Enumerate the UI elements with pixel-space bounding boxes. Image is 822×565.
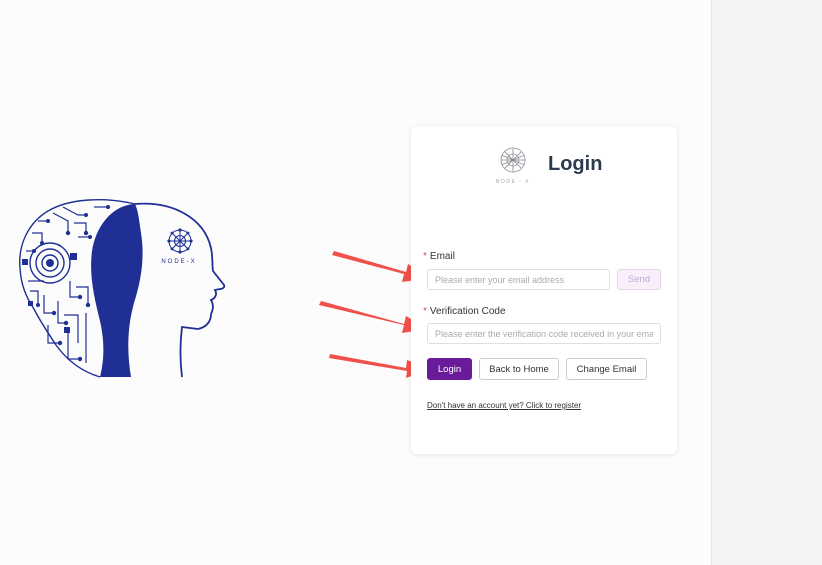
login-card: NODE - X Login *Email Send *Verification…: [411, 126, 677, 454]
brain-shape: [91, 204, 143, 377]
required-asterisk: *: [423, 306, 427, 317]
verification-code-label-text: Verification Code: [429, 306, 506, 317]
ear-circuit-circles: [29, 242, 71, 284]
page-title: Login: [548, 153, 603, 175]
login-button[interactable]: Login: [427, 358, 472, 380]
back-to-home-button[interactable]: Back to Home: [479, 358, 559, 380]
verification-code-input[interactable]: [427, 323, 661, 344]
illustration-brand-text: NODE-X: [161, 259, 196, 265]
card-brand-text: NODE - X: [496, 179, 530, 185]
node-x-logo-icon: NODE - X: [496, 147, 530, 185]
register-link[interactable]: Don't have an account yet? Click to regi…: [427, 401, 581, 410]
verification-code-label: * Verification Code: [423, 306, 506, 317]
right-side-panel: [711, 0, 822, 565]
email-label: * Email: [423, 251, 455, 262]
ai-head-illustration: NODE-X: [19, 198, 226, 378]
send-code-button[interactable]: Send: [617, 269, 661, 290]
email-label-text: Email: [429, 251, 455, 262]
required-asterisk: *: [423, 251, 427, 262]
change-email-button[interactable]: Change Email: [566, 358, 647, 380]
email-input[interactable]: [427, 269, 610, 290]
